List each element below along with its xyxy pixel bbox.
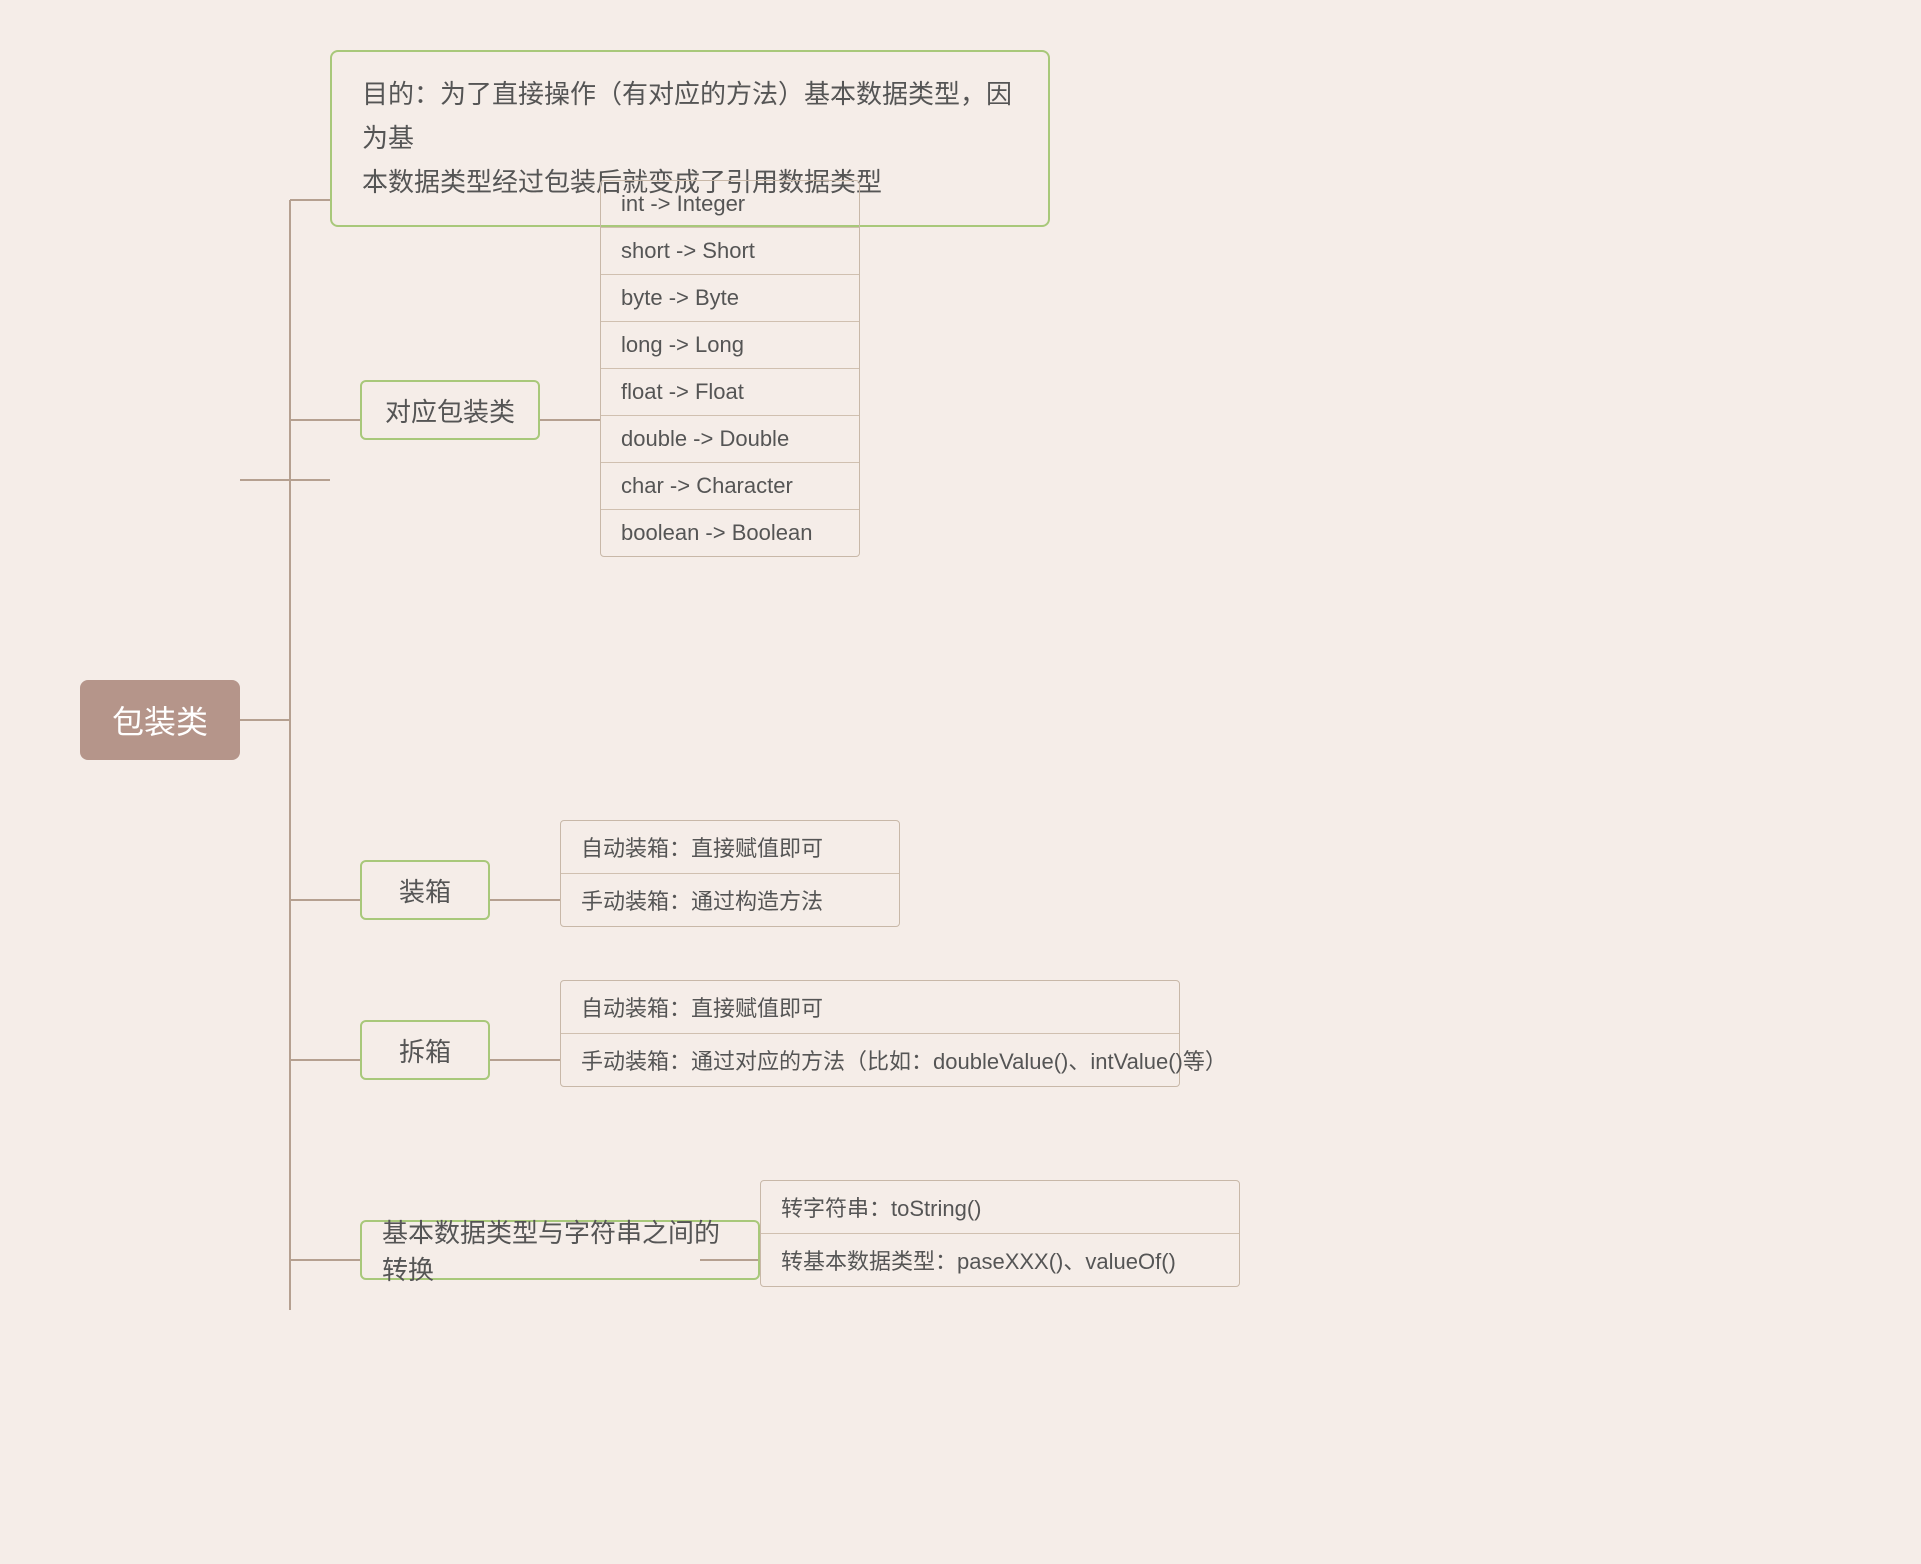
branch-convert: 基本数据类型与字符串之间的转换: [360, 1220, 760, 1280]
diagram-container: 包装类 目的：为了直接操作（有对应的方法）基本数据类型，因为基 本数据类型经过包…: [0, 0, 1921, 1564]
unboxing-auto: 自动装箱：直接赋值即可: [561, 981, 1179, 1034]
branch-boxing-label: 装箱: [399, 872, 451, 909]
connector-lines: [0, 0, 1921, 1564]
wrapper-leaf-group: int -> Integer short -> Short byte -> By…: [600, 180, 860, 557]
leaf-long: long -> Long: [601, 322, 859, 369]
leaf-char: char -> Character: [601, 463, 859, 510]
leaf-boolean: boolean -> Boolean: [601, 510, 859, 556]
root-node: 包装类: [80, 680, 240, 760]
convert-tostring: 转字符串：toString(): [761, 1181, 1239, 1234]
boxing-auto: 自动装箱：直接赋值即可: [561, 821, 899, 874]
branch-wrapper: 对应包装类: [360, 380, 540, 440]
branch-unboxing: 拆箱: [360, 1020, 490, 1080]
convert-parse: 转基本数据类型：paseXXX()、valueOf(): [761, 1234, 1239, 1286]
leaf-int: int -> Integer: [601, 181, 859, 228]
branch-boxing: 装箱: [360, 860, 490, 920]
leaf-float: float -> Float: [601, 369, 859, 416]
unboxing-leaf-group: 自动装箱：直接赋值即可 手动装箱：通过对应的方法（比如：doubleValue(…: [560, 980, 1180, 1087]
convert-leaf-group: 转字符串：toString() 转基本数据类型：paseXXX()、valueO…: [760, 1180, 1240, 1287]
boxing-manual: 手动装箱：通过构造方法: [561, 874, 899, 926]
branch-convert-label: 基本数据类型与字符串之间的转换: [382, 1213, 738, 1287]
branch-wrapper-label: 对应包装类: [385, 392, 515, 429]
root-label: 包装类: [112, 697, 208, 743]
boxing-leaf-group: 自动装箱：直接赋值即可 手动装箱：通过构造方法: [560, 820, 900, 927]
desc-line1: 目的：为了直接操作（有对应的方法）基本数据类型，因为基: [362, 79, 1012, 153]
leaf-short: short -> Short: [601, 228, 859, 275]
unboxing-manual: 手动装箱：通过对应的方法（比如：doubleValue()、intValue()…: [561, 1034, 1179, 1086]
branch-unboxing-label: 拆箱: [399, 1032, 451, 1069]
leaf-byte: byte -> Byte: [601, 275, 859, 322]
leaf-double: double -> Double: [601, 416, 859, 463]
